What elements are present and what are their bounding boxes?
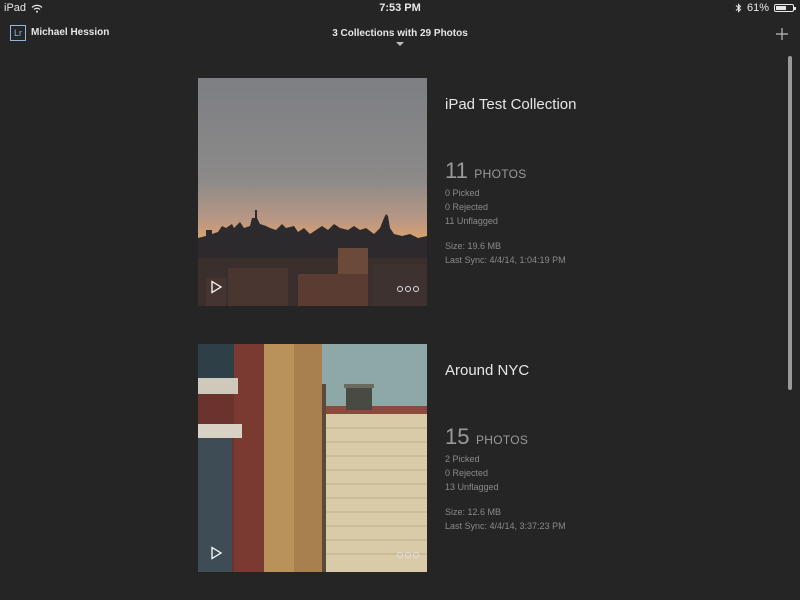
- collections-summary-title[interactable]: 3 Collections with 29 Photos: [0, 28, 800, 39]
- photo-count-number: 15: [445, 424, 470, 449]
- buildings-photo: [198, 344, 427, 572]
- collection-title[interactable]: Around NYC: [445, 362, 529, 379]
- play-slideshow-icon[interactable]: [208, 279, 224, 295]
- last-sync: Last Sync: 4/4/14, 1:04:19 PM: [445, 255, 566, 265]
- add-collection-button[interactable]: [776, 24, 788, 45]
- city-skyline-photo: [198, 78, 427, 306]
- more-options-icon[interactable]: [397, 552, 419, 558]
- plus-icon: [776, 28, 788, 40]
- collection-cover-photo[interactable]: [198, 78, 427, 306]
- unflagged-count: 13 Unflagged: [445, 482, 499, 492]
- battery-icon: [774, 4, 796, 12]
- scrollbar[interactable]: [788, 56, 792, 390]
- photo-count: 15 PHOTOS: [445, 424, 528, 450]
- photo-count-unit: PHOTOS: [474, 167, 527, 181]
- last-sync: Last Sync: 4/4/14, 3:37:23 PM: [445, 521, 566, 531]
- photo-count-unit: PHOTOS: [475, 433, 529, 447]
- picked-count: 0 Picked: [445, 188, 480, 198]
- bluetooth-icon: [735, 3, 742, 13]
- unflagged-count: 11 Unflagged: [445, 216, 498, 226]
- photo-count: 11 PHOTOS: [445, 158, 527, 184]
- rejected-count: 0 Rejected: [445, 202, 489, 212]
- clock: 7:53 PM: [379, 2, 421, 14]
- chevron-down-icon[interactable]: [396, 42, 404, 46]
- collection-size: Size: 19.6 MB: [445, 241, 502, 251]
- collection-size: Size: 12.6 MB: [445, 507, 502, 517]
- collection-cover-photo[interactable]: [198, 344, 427, 572]
- lightroom-collections-screen: iPad 7:53 PM 61% Lr Michael Hession 3 Co…: [0, 0, 800, 600]
- photo-count-number: 11: [445, 158, 468, 183]
- play-slideshow-icon[interactable]: [208, 545, 224, 561]
- more-options-icon[interactable]: [397, 286, 419, 292]
- battery-level: [776, 6, 786, 10]
- rejected-count: 0 Rejected: [445, 468, 489, 478]
- battery-percent: 61%: [746, 2, 769, 14]
- collection-card[interactable]: iPad Test Collection 11 PHOTOS 0 Picked …: [198, 78, 618, 306]
- collection-card[interactable]: Around NYC 15 PHOTOS 2 Picked 0 Rejected…: [198, 344, 618, 572]
- collection-title[interactable]: iPad Test Collection: [445, 96, 576, 113]
- picked-count: 2 Picked: [445, 454, 480, 464]
- app-header: Lr Michael Hession 3 Collections with 29…: [0, 22, 800, 50]
- status-bar: iPad 7:53 PM 61%: [0, 0, 800, 16]
